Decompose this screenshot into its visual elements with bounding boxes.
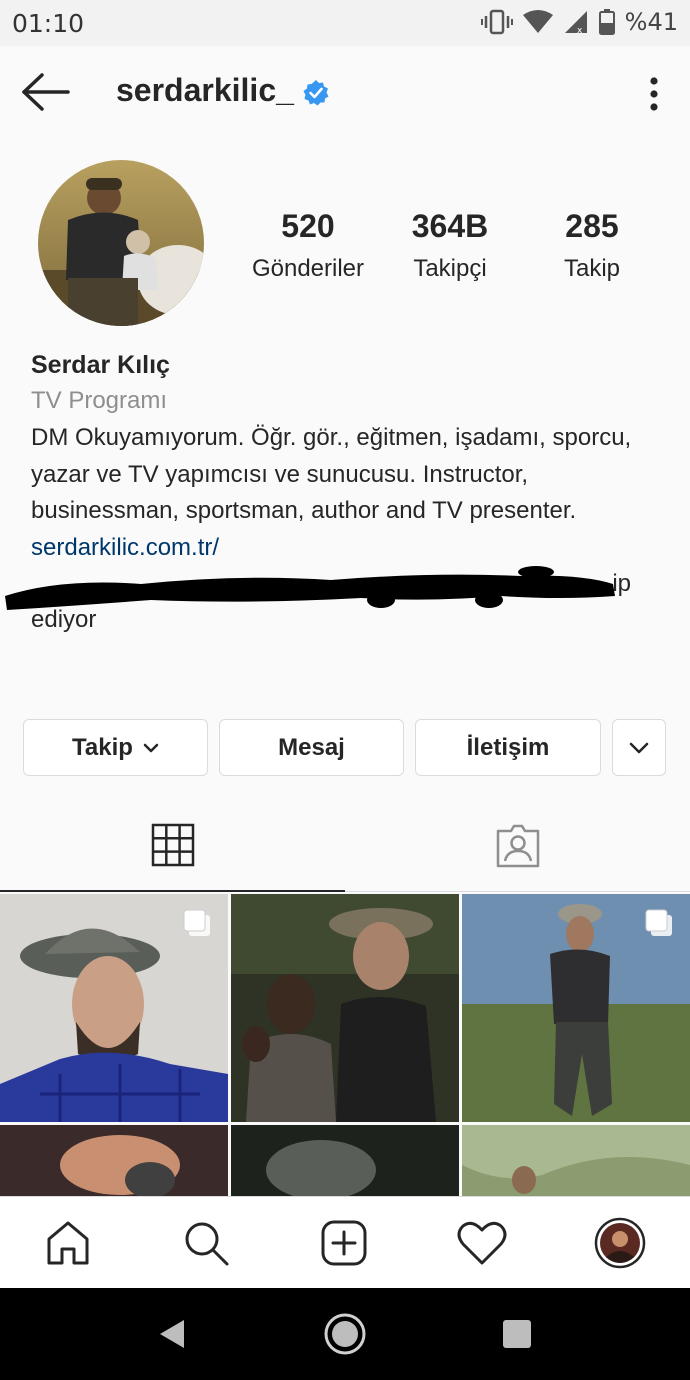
message-button[interactable]: Mesaj [219, 719, 404, 776]
post-photo [231, 894, 459, 1122]
bottom-navigation [0, 1196, 690, 1288]
stat-posts[interactable]: 520 Gönderiler [238, 208, 378, 283]
redaction-scribble [5, 565, 615, 610]
post-thumbnail[interactable] [462, 894, 690, 1122]
followed-by-text[interactable]: ip ediyor [5, 565, 661, 638]
tagged-person-icon [496, 824, 539, 867]
status-bar: 01:10 x %41 [0, 0, 690, 46]
profile-top-nav: serdarkilic_ [0, 46, 690, 138]
post-thumbnail[interactable] [231, 1125, 459, 1196]
battery-percent: %41 [624, 8, 678, 36]
message-label: Mesaj [278, 733, 345, 761]
full-name: Serdar Kılıç [31, 351, 170, 379]
bio-website-link[interactable]: serdarkilic.com.tr/ [31, 530, 661, 566]
add-square-icon [321, 1220, 367, 1266]
profile-avatar[interactable] [38, 160, 204, 326]
post-thumbnail[interactable] [0, 1125, 228, 1196]
post-photo [231, 1125, 459, 1196]
more-vertical-icon[interactable] [640, 74, 668, 114]
signal-icon: x [564, 11, 587, 34]
following-count: 285 [565, 208, 619, 244]
profile-avatar-icon [594, 1217, 646, 1269]
multiple-photos-icon [183, 909, 210, 936]
system-back-icon[interactable] [150, 1310, 198, 1358]
chevron-down-icon [629, 742, 649, 753]
tab-posts-grid[interactable] [0, 800, 345, 892]
bio-text: DM Okuyamıyorum. Öğr. gör., eğitmen, işa… [31, 424, 632, 524]
posts-count: 520 [281, 208, 335, 244]
system-recents-icon[interactable] [493, 1310, 541, 1358]
following-label: Takip [563, 255, 621, 282]
multiple-photos-icon [645, 909, 672, 936]
stat-followers[interactable]: 364B Takipçi [380, 208, 520, 283]
post-thumbnail[interactable] [462, 1125, 690, 1196]
nav-profile[interactable] [594, 1217, 646, 1269]
suggested-dropdown-button[interactable] [612, 719, 666, 776]
status-icons: x %41 [480, 8, 678, 36]
nav-home[interactable] [42, 1217, 94, 1269]
svg-text:x: x [577, 26, 583, 34]
post-photo [462, 1125, 690, 1196]
post-thumbnail[interactable] [0, 894, 228, 1122]
nav-activity[interactable] [456, 1217, 508, 1269]
post-thumbnail[interactable] [231, 894, 459, 1122]
stat-following[interactable]: 285 Takip [522, 208, 662, 283]
tab-tagged[interactable] [345, 800, 690, 892]
posts-grid [0, 894, 690, 1196]
arrow-left-icon[interactable] [20, 72, 70, 112]
android-system-nav [0, 1288, 690, 1380]
nav-new-post[interactable] [318, 1217, 370, 1269]
nav-search[interactable] [180, 1217, 232, 1269]
battery-icon [598, 9, 615, 35]
heart-icon [457, 1221, 507, 1265]
vibrate-icon [480, 9, 513, 35]
follow-label: Takip [72, 733, 133, 761]
contact-label: İletişim [466, 733, 550, 761]
post-photo [0, 1125, 228, 1196]
profile-bio: Serdar Kılıç TV Programı DM Okuyamıyorum… [5, 348, 661, 638]
search-icon [185, 1222, 229, 1266]
category-label: TV Programı [31, 387, 168, 414]
followers-count: 364B [411, 208, 489, 244]
followers-label: Takipçi [413, 255, 487, 282]
contact-button[interactable]: İletişim [415, 719, 601, 776]
profile-username: serdarkilic_ [116, 72, 294, 108]
follow-button[interactable]: Takip [23, 719, 208, 776]
posts-label: Gönderiler [251, 255, 365, 282]
status-time: 01:10 [12, 9, 85, 38]
profile-photo [38, 160, 204, 326]
chevron-down-icon [143, 743, 159, 752]
grid-icon [151, 823, 194, 867]
verified-badge-icon [303, 80, 329, 106]
wifi-icon [522, 10, 553, 33]
home-icon [47, 1221, 89, 1265]
system-home-icon[interactable] [321, 1310, 369, 1358]
